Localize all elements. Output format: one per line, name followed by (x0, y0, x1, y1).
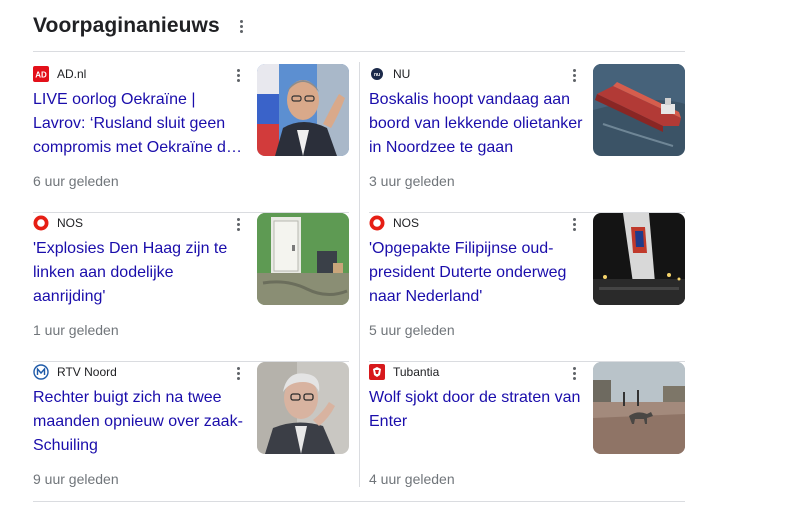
source-name: NOS (393, 216, 420, 230)
source-name: NOS (57, 216, 84, 230)
tubantia-logo-icon (369, 364, 385, 380)
column-divider (359, 62, 360, 487)
article-title-link[interactable]: Wolf sjokt door de straten van Enter (369, 386, 583, 434)
article-title-link[interactable]: LIVE oorlog Oekraïne | Lavrov: ‘Rusland … (33, 88, 247, 160)
airplane-photo[interactable] (593, 213, 685, 305)
news-card[interactable]: NOS 'Opgepakte Filipijnse oud-president … (369, 213, 685, 362)
nu-logo-icon: nu (369, 66, 385, 82)
article-time: 5 uur geleden (369, 322, 455, 338)
article-time: 9 uur geleden (33, 471, 119, 487)
source-name: AD.nl (57, 67, 87, 81)
news-source: RTV Noord (33, 364, 117, 380)
svg-text:AD: AD (35, 71, 47, 80)
source-name: Tubantia (393, 365, 440, 379)
news-source: Tubantia (369, 364, 439, 380)
article-title-link[interactable]: Rechter buigt zich na twee maanden opnie… (33, 386, 247, 458)
card-more-options-icon[interactable] (564, 363, 584, 383)
tanker-photo[interactable] (593, 64, 685, 156)
door-photo[interactable] (257, 213, 349, 305)
ad-logo-icon: AD (33, 66, 49, 82)
news-card[interactable]: nu NU Boskalis hoopt vandaag aan boord v… (369, 64, 685, 213)
divider (33, 51, 685, 52)
news-card[interactable]: RTV Noord Rechter buigt zich na twee maa… (33, 362, 349, 511)
card-more-options-icon[interactable] (228, 65, 248, 85)
section-title: Voorpaginanieuws (33, 14, 220, 37)
news-source: NOS (33, 215, 83, 231)
news-source: nu NU (369, 66, 410, 82)
lavrov-photo[interactable] (257, 64, 349, 156)
svg-text:nu: nu (374, 72, 380, 78)
news-card[interactable]: NOS 'Explosies Den Haag zijn te linken a… (33, 213, 349, 362)
news-card[interactable]: AD AD.nl LIVE oorlog Oekraïne | Lavrov: … (33, 64, 349, 213)
nos-logo-icon (369, 215, 385, 231)
article-time: 6 uur geleden (33, 173, 119, 189)
article-title-link[interactable]: 'Opgepakte Filipijnse oud-president Dute… (369, 237, 583, 309)
man-photo[interactable] (257, 362, 349, 454)
news-source: AD AD.nl (33, 66, 86, 82)
article-time: 4 uur geleden (369, 471, 455, 487)
nos-logo-icon (33, 215, 49, 231)
card-more-options-icon[interactable] (228, 214, 248, 234)
card-more-options-icon[interactable] (228, 363, 248, 383)
section-more-options-icon[interactable] (232, 16, 252, 36)
wolf-street-photo[interactable] (593, 362, 685, 454)
article-title-link[interactable]: Boskalis hoopt vandaag aan boord van lek… (369, 88, 583, 160)
news-source: NOS (369, 215, 419, 231)
article-title-link[interactable]: 'Explosies Den Haag zijn te linken aan d… (33, 237, 247, 309)
source-name: NU (393, 67, 411, 81)
article-time: 1 uur geleden (33, 322, 119, 338)
article-time: 3 uur geleden (369, 173, 455, 189)
section-header: Voorpaginanieuws (33, 12, 252, 40)
divider (33, 501, 685, 502)
card-more-options-icon[interactable] (564, 65, 584, 85)
source-name: RTV Noord (57, 365, 117, 379)
card-more-options-icon[interactable] (564, 214, 584, 234)
news-card[interactable]: Tubantia Wolf sjokt door de straten van … (369, 362, 685, 511)
rtv-noord-logo-icon (33, 364, 49, 380)
